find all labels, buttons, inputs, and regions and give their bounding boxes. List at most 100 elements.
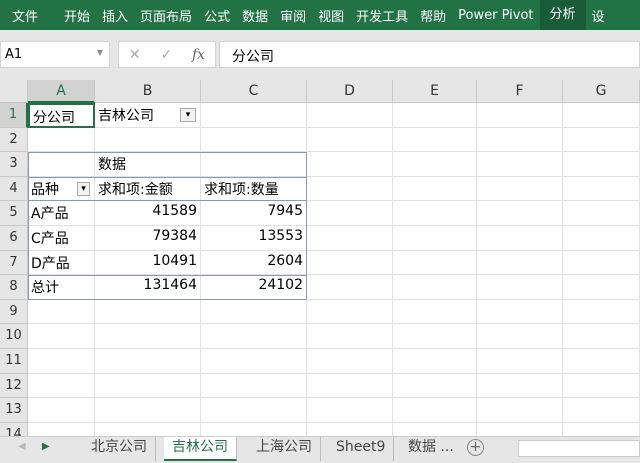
cell[interactable] xyxy=(307,176,393,202)
column-header-a[interactable]: A xyxy=(28,80,95,103)
row-header-3[interactable]: 3 xyxy=(0,152,28,177)
pivot-qty[interactable]: 7945 xyxy=(201,201,307,226)
cell[interactable] xyxy=(477,275,563,300)
cell[interactable] xyxy=(95,349,201,374)
cell[interactable] xyxy=(563,201,640,226)
cell[interactable] xyxy=(477,152,563,177)
cell[interactable] xyxy=(307,275,393,300)
cell[interactable] xyxy=(95,373,201,399)
cell[interactable] xyxy=(28,398,95,423)
pivot-qty[interactable]: 2604 xyxy=(201,250,307,276)
cell[interactable] xyxy=(393,349,477,374)
ribbon-tab-insert[interactable]: 插入 xyxy=(96,6,134,25)
cell[interactable] xyxy=(393,422,477,436)
cell[interactable] xyxy=(477,324,563,349)
cell[interactable] xyxy=(563,373,640,399)
pivot-amount[interactable]: 41589 xyxy=(95,201,201,226)
cell[interactable] xyxy=(477,127,563,153)
ribbon-tab-developer[interactable]: 开发工具 xyxy=(350,6,414,25)
cell[interactable] xyxy=(393,275,477,300)
cell[interactable] xyxy=(563,324,640,349)
pivot-total-qty[interactable]: 24102 xyxy=(201,275,307,300)
select-all-corner[interactable] xyxy=(0,80,28,103)
column-header-c[interactable]: C xyxy=(201,80,307,103)
add-sheet-icon[interactable]: + xyxy=(467,439,484,456)
cell[interactable] xyxy=(563,349,640,374)
sheet-tab-data[interactable]: 数据 ... xyxy=(400,437,462,461)
pivot-col-amount[interactable]: 求和项:金额 xyxy=(95,176,201,202)
pivot-row-label[interactable]: C产品 xyxy=(28,226,95,251)
cell[interactable] xyxy=(477,176,563,202)
scroll-right-icon[interactable]: ▶ xyxy=(42,441,50,452)
ribbon-tab-formulas[interactable]: 公式 xyxy=(198,6,236,25)
pivot-total-amount[interactable]: 131464 xyxy=(95,275,201,300)
ribbon-tab-design[interactable]: 设 xyxy=(586,6,611,25)
cell[interactable] xyxy=(307,373,393,399)
ribbon-tab-review[interactable]: 审阅 xyxy=(274,6,312,25)
dropdown-icon[interactable]: ▾ xyxy=(77,181,90,196)
cell[interactable] xyxy=(393,324,477,349)
cell[interactable] xyxy=(201,299,307,325)
pivot-col-qty[interactable]: 求和项:数量 xyxy=(201,176,307,202)
ribbon-tab-data[interactable]: 数据 xyxy=(236,6,274,25)
cell[interactable] xyxy=(393,176,477,202)
row-header-4[interactable]: 4 xyxy=(0,176,28,202)
cell[interactable] xyxy=(563,127,640,153)
ribbon-tab-help[interactable]: 帮助 xyxy=(414,6,452,25)
cell[interactable] xyxy=(307,103,393,128)
ribbon-tab-file[interactable]: 文件 xyxy=(6,6,44,25)
cell[interactable] xyxy=(307,422,393,436)
cancel-icon[interactable]: ✕ xyxy=(129,47,141,63)
cell[interactable] xyxy=(201,398,307,423)
cell[interactable] xyxy=(307,398,393,423)
filter-icon[interactable]: ▾ xyxy=(180,108,196,122)
check-icon[interactable]: ✓ xyxy=(160,47,172,63)
ribbon-tab-page-layout[interactable]: 页面布局 xyxy=(134,6,198,25)
cell[interactable] xyxy=(393,201,477,226)
cell[interactable] xyxy=(563,422,640,436)
cell[interactable] xyxy=(95,398,201,423)
cell[interactable] xyxy=(563,152,640,177)
pivot-row-label[interactable]: A产品 xyxy=(28,201,95,226)
cell[interactable] xyxy=(307,201,393,226)
row-header-12[interactable]: 12 xyxy=(0,373,28,399)
pivot-filter-value[interactable]: 吉林公司 ▾ xyxy=(95,103,201,128)
cell[interactable] xyxy=(201,324,307,349)
column-header-e[interactable]: E xyxy=(393,80,477,103)
cell[interactable] xyxy=(28,422,95,436)
cell[interactable] xyxy=(477,373,563,399)
ribbon-tab-home[interactable]: 开始 xyxy=(58,6,96,25)
cell[interactable] xyxy=(393,373,477,399)
cell[interactable] xyxy=(563,226,640,251)
ribbon-tab-view[interactable]: 视图 xyxy=(312,6,350,25)
formula-input[interactable]: 分公司 xyxy=(219,41,640,68)
row-header-14[interactable]: 14 xyxy=(0,422,28,436)
cell[interactable] xyxy=(95,127,201,153)
cell[interactable] xyxy=(563,275,640,300)
row-header-13[interactable]: 13 xyxy=(0,398,28,423)
cell[interactable] xyxy=(307,250,393,276)
ribbon-tab-analyze[interactable]: 分析 xyxy=(539,0,586,30)
cell[interactable] xyxy=(307,349,393,374)
cell[interactable] xyxy=(95,422,201,436)
pivot-data-header[interactable]: 数据 xyxy=(95,152,201,177)
cell[interactable] xyxy=(28,152,95,177)
worksheet-grid[interactable]: A B C D E F G 1 2 3 4 5 6 7 8 9 10 11 12 13 14 分公司 吉林公司 ▾ 数据 品种 ▾ 求… xyxy=(0,80,640,436)
cell[interactable] xyxy=(477,398,563,423)
cell[interactable] xyxy=(393,226,477,251)
cell[interactable] xyxy=(477,226,563,251)
column-header-d[interactable]: D xyxy=(307,80,393,103)
column-header-f[interactable]: F xyxy=(477,80,563,103)
cell[interactable] xyxy=(201,103,307,128)
cell[interactable] xyxy=(393,103,477,128)
cell[interactable] xyxy=(28,127,95,153)
cell[interactable] xyxy=(477,299,563,325)
cell[interactable] xyxy=(563,103,640,128)
row-header-2[interactable]: 2 xyxy=(0,127,28,153)
cell[interactable] xyxy=(201,373,307,399)
cell[interactable] xyxy=(563,398,640,423)
cell[interactable] xyxy=(563,299,640,325)
function-icon[interactable]: fx xyxy=(192,47,205,63)
horizontal-scrollbar[interactable] xyxy=(518,440,640,457)
cell[interactable] xyxy=(307,226,393,251)
